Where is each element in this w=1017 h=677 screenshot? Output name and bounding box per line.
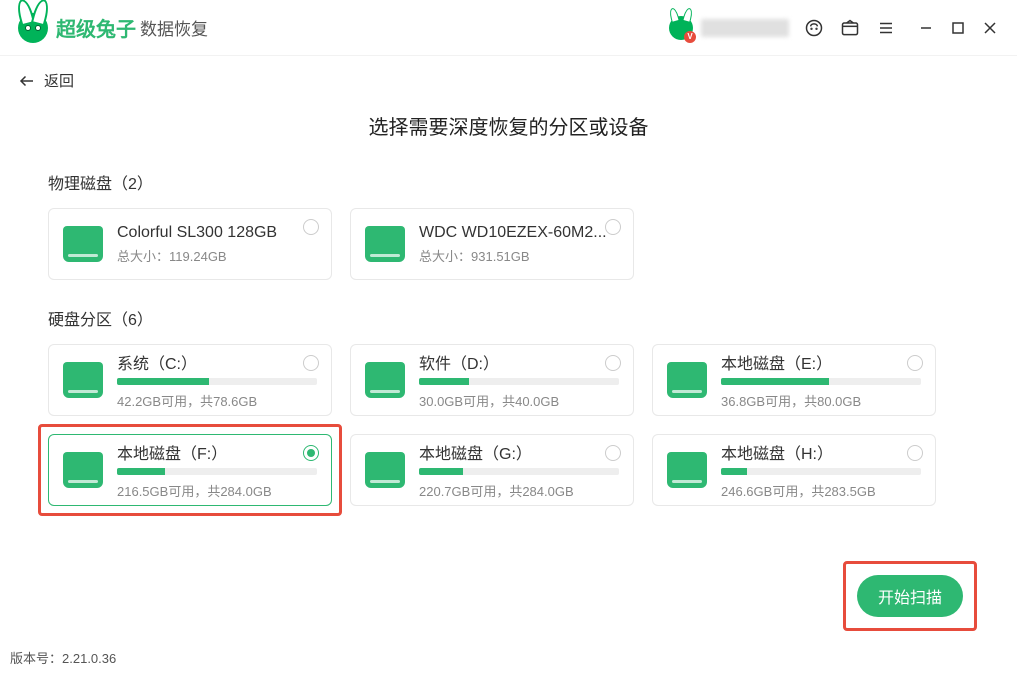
partition-card[interactable]: 本地磁盘（F:） 216.5GB可用，共284.0GB xyxy=(48,434,332,506)
select-radio[interactable] xyxy=(907,445,923,461)
disk-name: WDC WD10EZEX-60M2... xyxy=(419,224,619,242)
partition-card[interactable]: 本地磁盘（H:） 246.6GB可用，共283.5GB xyxy=(652,434,936,506)
back-button[interactable]: 返回 xyxy=(0,56,1017,101)
partition-card[interactable]: 软件（D:） 30.0GB可用，共40.0GB xyxy=(350,344,634,416)
username-blurred xyxy=(701,19,789,37)
header: 超级兔子 数据恢复 V xyxy=(0,0,1017,56)
partition-usage: 216.5GB可用，共284.0GB xyxy=(117,481,317,500)
partition-usage: 246.6GB可用，共283.5GB xyxy=(721,481,921,500)
back-label: 返回 xyxy=(44,70,74,91)
partition-name: 本地磁盘（G:） xyxy=(419,440,619,464)
partition-usage: 30.0GB可用，共40.0GB xyxy=(419,391,619,410)
partitions-title: 硬盘分区（6） xyxy=(48,306,969,330)
physical-disk-card[interactable]: Colorful SL300 128GB 总大小：119.24GB xyxy=(48,208,332,280)
support-icon[interactable] xyxy=(803,17,825,39)
select-radio[interactable] xyxy=(303,355,319,371)
disk-name: Colorful SL300 128GB xyxy=(117,224,317,242)
main-content: 选择需要深度恢复的分区或设备 物理磁盘（2） Colorful SL300 12… xyxy=(0,111,1017,506)
partition-name: 本地磁盘（H:） xyxy=(721,440,921,464)
select-radio[interactable] xyxy=(303,219,319,235)
disk-icon xyxy=(63,226,103,262)
partition-usage: 220.7GB可用，共284.0GB xyxy=(419,481,619,500)
select-radio[interactable] xyxy=(303,445,319,461)
disk-size: 总大小：119.24GB xyxy=(117,246,317,265)
physical-disk-card[interactable]: WDC WD10EZEX-60M2... 总大小：931.51GB xyxy=(350,208,634,280)
partition-grid: 系统（C:） 42.2GB可用，共78.6GB 软件（D:） 30.0GB可用，… xyxy=(48,344,969,506)
logo: 超级兔子 数据恢复 xyxy=(18,13,208,43)
minimize-button[interactable] xyxy=(917,19,935,37)
app-logo-icon xyxy=(18,13,48,43)
vip-badge: V xyxy=(684,31,696,43)
select-radio[interactable] xyxy=(605,445,621,461)
logo-text-primary: 超级兔子 xyxy=(56,13,136,42)
usage-bar xyxy=(419,378,619,385)
usage-bar xyxy=(419,468,619,475)
page-title: 选择需要深度恢复的分区或设备 xyxy=(48,111,969,140)
physical-disks-title: 物理磁盘（2） xyxy=(48,170,969,194)
menu-icon[interactable] xyxy=(875,17,897,39)
partition-name: 本地磁盘（F:） xyxy=(117,440,317,464)
disk-icon xyxy=(63,362,103,398)
select-radio[interactable] xyxy=(605,355,621,371)
partition-name: 软件（D:） xyxy=(419,350,619,374)
start-scan-button[interactable]: 开始扫描 xyxy=(857,575,963,617)
usage-bar xyxy=(117,468,317,475)
partition-usage: 42.2GB可用，共78.6GB xyxy=(117,391,317,410)
logo-text-secondary: 数据恢复 xyxy=(140,15,208,40)
partition-name: 系统（C:） xyxy=(117,350,317,374)
partition-card[interactable]: 本地磁盘（E:） 36.8GB可用，共80.0GB xyxy=(652,344,936,416)
partition-name: 本地磁盘（E:） xyxy=(721,350,921,374)
select-radio[interactable] xyxy=(907,355,923,371)
partition-card[interactable]: 本地磁盘（G:） 220.7GB可用，共284.0GB xyxy=(350,434,634,506)
maximize-button[interactable] xyxy=(949,19,967,37)
disk-icon xyxy=(365,452,405,488)
partition-usage: 36.8GB可用，共80.0GB xyxy=(721,391,921,410)
select-radio[interactable] xyxy=(605,219,621,235)
disk-icon xyxy=(365,362,405,398)
version-label: 版本号：2.21.0.36 xyxy=(10,648,116,667)
header-right: V xyxy=(669,16,999,40)
usage-bar xyxy=(721,378,921,385)
disk-icon xyxy=(667,452,707,488)
usage-bar xyxy=(721,468,921,475)
usage-bar xyxy=(117,378,317,385)
window-controls xyxy=(917,19,999,37)
close-button[interactable] xyxy=(981,19,999,37)
arrow-left-icon xyxy=(18,72,36,90)
purchase-icon[interactable] xyxy=(839,17,861,39)
disk-icon xyxy=(365,226,405,262)
disk-icon xyxy=(63,452,103,488)
disk-icon xyxy=(667,362,707,398)
user-info[interactable]: V xyxy=(669,16,789,40)
avatar-icon: V xyxy=(669,16,693,40)
physical-disk-grid: Colorful SL300 128GB 总大小：119.24GB WDC WD… xyxy=(48,208,969,280)
partition-card[interactable]: 系统（C:） 42.2GB可用，共78.6GB xyxy=(48,344,332,416)
disk-size: 总大小：931.51GB xyxy=(419,246,619,265)
